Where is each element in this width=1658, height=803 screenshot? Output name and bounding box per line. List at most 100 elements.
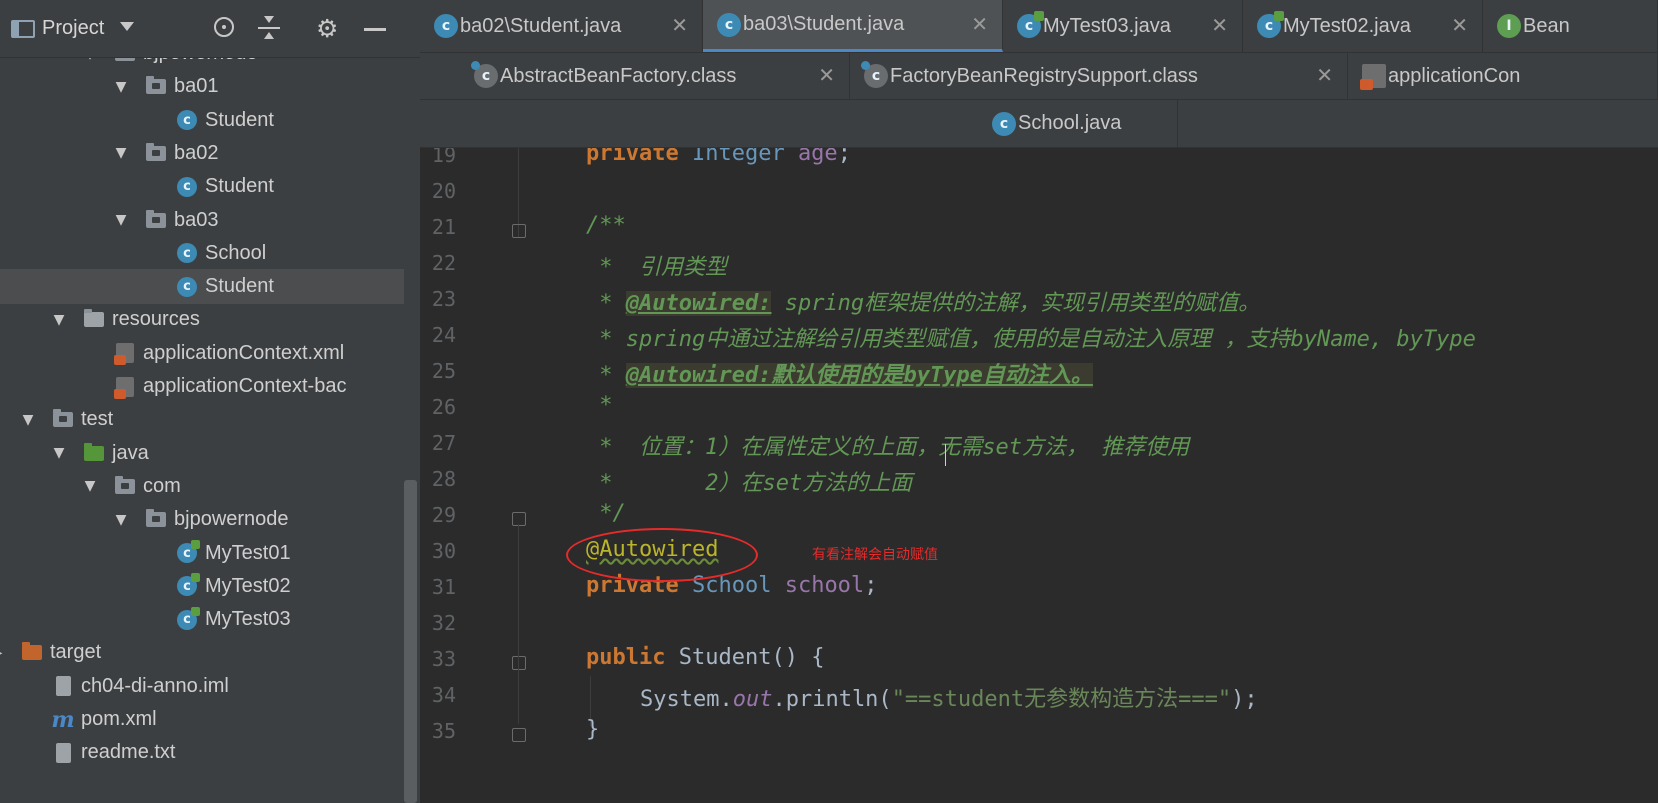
tree-item[interactable]: c School xyxy=(0,236,404,271)
tree-item[interactable]: ▼ ba01 xyxy=(0,69,404,104)
tree-item-label: pom.xml xyxy=(81,708,157,730)
package-folder-icon xyxy=(146,76,166,97)
tree-item[interactable]: c Student xyxy=(0,269,404,305)
editor-tabs-row-3: c School.java xyxy=(420,100,1658,148)
expand-arrow-icon[interactable]: ▼ xyxy=(114,203,128,238)
tree-item[interactable]: c MyTest02 xyxy=(0,569,404,604)
editor-tab[interactable]: c FactoryBeanRegistrySupport.class ✕ xyxy=(850,53,1348,99)
hide-panel-icon[interactable] xyxy=(364,28,386,31)
code-editor[interactable]: 19 20 21 22 23 24 25 26 27 28 29 30 31 32 33 34 35 priva… xyxy=(420,148,1658,803)
tree-item[interactable]: ▼ ba03 xyxy=(0,203,404,238)
punctuation: ; xyxy=(837,148,851,166)
editor-tab[interactable]: applicationCon xyxy=(1348,53,1658,99)
tree-item[interactable]: ch04-di-anno.iml xyxy=(0,669,404,704)
fold-marker-icon[interactable] xyxy=(512,512,526,526)
tree-item[interactable]: ▼ test xyxy=(0,402,404,437)
line-number: 19 xyxy=(431,148,456,167)
tree-item[interactable]: c Student xyxy=(0,103,404,138)
collapse-all-icon[interactable] xyxy=(258,16,280,40)
class-ref: System. xyxy=(640,687,733,712)
package-folder-icon xyxy=(146,209,166,230)
editor-tab[interactable]: c MyTest03.java ✕ xyxy=(1003,0,1243,52)
package-folder-icon xyxy=(146,509,166,530)
tree-item[interactable]: ▼ bjpowernode xyxy=(0,502,404,537)
fold-marker-icon[interactable] xyxy=(512,224,526,238)
package-folder-icon xyxy=(146,142,166,163)
editor-tab[interactable]: c AbstractBeanFactory.class ✕ xyxy=(460,53,850,99)
code-line-27: * 位置：1）在属性定义的上面，无需set方法， 推荐使用 xyxy=(586,435,1190,460)
close-icon[interactable]: ✕ xyxy=(1451,14,1468,38)
tree-item[interactable]: readme.txt xyxy=(0,735,404,770)
expand-arrow-icon[interactable]: ▼ xyxy=(52,436,66,471)
class-icon: c xyxy=(717,12,741,37)
code-line-19: private Integer age; xyxy=(586,148,851,166)
chevron-down-icon[interactable] xyxy=(120,22,134,31)
class-file-icon: c xyxy=(861,61,888,88)
tree-item[interactable]: c MyTest03 xyxy=(0,602,404,637)
close-icon[interactable]: ✕ xyxy=(971,13,988,37)
tree-item[interactable]: c MyTest01 xyxy=(0,536,404,571)
line-number: 29 xyxy=(431,503,456,527)
code-line-35: } xyxy=(586,717,600,742)
tab-label: School.java xyxy=(1018,112,1122,134)
close-icon[interactable]: ✕ xyxy=(1211,14,1228,38)
tree-item[interactable]: applicationContext-bac xyxy=(0,369,404,404)
line-number: 32 xyxy=(431,611,456,635)
test-class-icon: c xyxy=(177,540,200,563)
editor-tab[interactable]: c ba02\Student.java ✕ xyxy=(420,0,703,52)
editor-tab[interactable]: c MyTest02.java ✕ xyxy=(1243,0,1483,52)
punctuation: ); xyxy=(1231,687,1258,712)
editor-tab[interactable]: c ba03\Student.java ✕ xyxy=(703,0,1003,52)
tree-item[interactable]: ▼ resources xyxy=(0,302,404,337)
tree-item-label: applicationContext-bac xyxy=(143,375,347,397)
expand-arrow-icon[interactable]: ▼ xyxy=(83,469,97,504)
line-number: 26 xyxy=(431,395,456,419)
fold-marker-icon[interactable] xyxy=(512,656,526,670)
tree-item-label: bjpowernode xyxy=(174,508,289,531)
tab-label: MyTest03.java xyxy=(1043,14,1171,37)
class-icon: c xyxy=(177,176,197,197)
code-line-21: /** xyxy=(586,213,626,238)
tree-scrollbar[interactable] xyxy=(404,480,417,803)
code-line-24: * spring中通过注解给引用类型赋值，使用的是自动注入原理 ，支持byNam… xyxy=(586,327,1476,352)
spring-xml-icon xyxy=(114,376,135,399)
editor-tab[interactable]: c School.java xyxy=(978,100,1178,147)
text-cursor-icon xyxy=(944,444,947,466)
method-call: .println( xyxy=(772,687,892,712)
string-literal: "==student无参数构造方法===" xyxy=(891,687,1232,712)
tree-item[interactable]: ▼ com xyxy=(0,469,404,504)
line-number: 33 xyxy=(431,647,456,671)
punctuation: () { xyxy=(771,645,825,670)
editor-tab[interactable]: I Bean xyxy=(1483,0,1658,52)
tree-item[interactable]: ▼ ba02 xyxy=(0,136,404,171)
tree-item[interactable]: applicationContext.xml xyxy=(0,336,404,371)
collapse-arrow-icon[interactable]: ▶ xyxy=(0,635,4,670)
tree-item[interactable]: c Student xyxy=(0,169,404,204)
expand-arrow-icon[interactable]: ▼ xyxy=(21,402,35,437)
locate-icon[interactable] xyxy=(214,17,234,37)
tree-item-label: ch04-di-anno.iml xyxy=(81,674,229,697)
expand-arrow-icon[interactable]: ▼ xyxy=(114,502,128,537)
fold-marker-icon[interactable] xyxy=(512,728,526,742)
type-name: Integer xyxy=(691,148,785,166)
close-icon[interactable]: ✕ xyxy=(671,14,688,38)
expand-arrow-icon[interactable]: ▼ xyxy=(114,69,128,104)
code-line-22: * 引用类型 xyxy=(586,255,727,280)
excluded-folder-icon xyxy=(22,642,42,663)
close-icon[interactable]: ✕ xyxy=(1316,64,1333,88)
tree-item[interactable]: m pom.xml xyxy=(0,702,404,737)
settings-gear-icon[interactable]: ⚙ xyxy=(316,14,338,43)
package-folder-icon xyxy=(115,475,135,496)
expand-arrow-icon[interactable]: ▼ xyxy=(52,302,66,337)
project-view-label[interactable]: Project xyxy=(42,17,104,40)
tree-item[interactable]: ▶ target xyxy=(0,635,404,670)
code-line-34: System.out.println("==student无参数构造方法==="… xyxy=(640,681,1258,713)
folder-icon xyxy=(53,409,73,430)
expand-arrow-icon[interactable]: ▼ xyxy=(114,136,128,171)
tree-item[interactable]: ▼ java xyxy=(0,436,404,471)
close-icon[interactable]: ✕ xyxy=(818,64,835,88)
line-number: 21 xyxy=(431,215,456,239)
